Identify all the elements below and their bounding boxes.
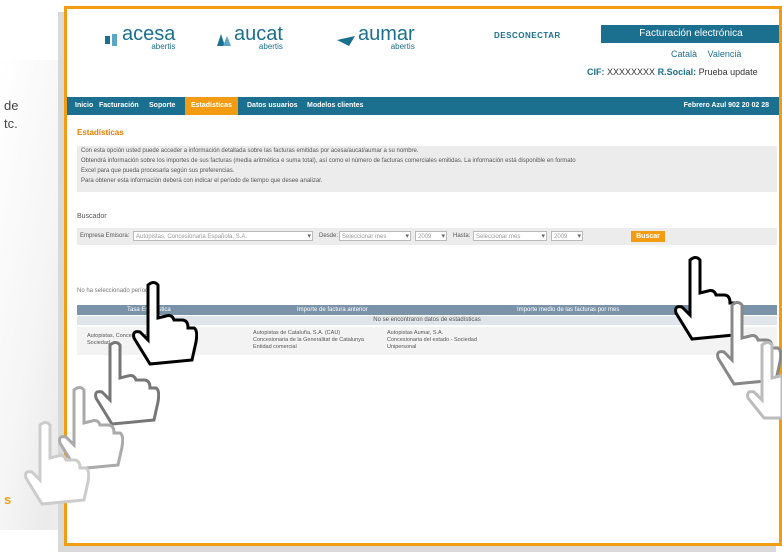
aumar-logo[interactable]: aumar abertis bbox=[337, 23, 415, 51]
cell-line: Entidad comercial bbox=[253, 344, 297, 350]
info-line: Excel para que pueda procesarla según su… bbox=[81, 168, 235, 174]
rsocial-label: R.Social: bbox=[657, 67, 697, 77]
nav-inicio[interactable]: Inicio bbox=[75, 97, 93, 115]
language-links: Català Valencià bbox=[663, 49, 741, 59]
cell-line: Autopistas Aumar, S.A. bbox=[387, 330, 444, 336]
nav-soporte[interactable]: Soporte bbox=[149, 97, 175, 115]
side-text-2: tc. bbox=[4, 116, 18, 131]
nav-estadisticas[interactable]: Estadísticas bbox=[185, 97, 238, 115]
account-info: CIF: XXXXXXXX R.Social: Prueba update bbox=[587, 67, 758, 77]
info-line: Con esta opción usted puede acceder a in… bbox=[81, 148, 419, 154]
hasta-month-select[interactable]: Seleccionar mes bbox=[473, 231, 547, 241]
info-line: Obtendrá información sobre los importes … bbox=[81, 158, 576, 164]
side-text-orange: s bbox=[4, 492, 12, 507]
cif-label: CIF: bbox=[587, 67, 605, 77]
info-line: Para obtener esta información deberá con… bbox=[81, 178, 323, 184]
lang-catala[interactable]: Català bbox=[671, 49, 697, 59]
section-title: Estadísticas bbox=[77, 128, 124, 137]
row-cell-3: Autopistas Aumar, S.A. Concesionaria del… bbox=[387, 330, 477, 351]
acesa-logo[interactable]: acesa abertis bbox=[105, 23, 175, 51]
empresa-select[interactable]: Autopistas, Concesionaria Española, S.A. bbox=[133, 231, 313, 241]
th-importe-anterior: Importe de factura anterior bbox=[297, 307, 368, 313]
rsocial-value: Prueba update bbox=[698, 67, 758, 77]
search-label: Buscador bbox=[77, 213, 107, 220]
nav-modelos-clientes[interactable]: Modelos clientes bbox=[307, 97, 363, 115]
cell-line: Concesionaria del estado - Sociedad bbox=[387, 337, 477, 343]
main-nav: Inicio Facturación Soporte Estadísticas … bbox=[67, 97, 779, 115]
desde-label: Desde: bbox=[319, 233, 339, 239]
hasta-label: Hasta: bbox=[453, 233, 471, 239]
search-button[interactable]: Buscar bbox=[631, 231, 665, 242]
desde-month-select[interactable]: Seleccionar mes bbox=[339, 231, 411, 241]
row-cell-2: Autopistas de Cataluña, S.A. (CAU) Conce… bbox=[253, 330, 364, 351]
aucat-logo-icon bbox=[217, 29, 231, 46]
empresa-label: Empresa Emisora: bbox=[80, 233, 130, 239]
cell-line: Autopistas de Cataluña, S.A. (CAU) bbox=[253, 330, 341, 336]
info-box: Con esta opción usted puede acceder a in… bbox=[77, 146, 777, 192]
electronic-billing-tab[interactable]: Facturación electrónica bbox=[601, 25, 779, 43]
th-importe-medio: Importe medio de las facturas por mes bbox=[517, 307, 620, 313]
hand-cursor-icon bbox=[24, 421, 90, 506]
aucat-logo[interactable]: aucat abertis bbox=[217, 23, 283, 51]
hand-cursor-icon bbox=[746, 341, 782, 420]
search-bar: Empresa Emisora: Autopistas, Concesionar… bbox=[77, 228, 777, 245]
nav-date: Febrero Azul 902 20 02 28 bbox=[683, 102, 769, 109]
lang-valencia[interactable]: Valencià bbox=[708, 49, 742, 59]
cell-line: Unipersonal bbox=[387, 344, 417, 350]
aumar-logo-icon bbox=[337, 29, 355, 46]
cell-line: Concesionaria de la Generalitat de Catal… bbox=[253, 337, 364, 343]
acesa-logo-icon bbox=[105, 29, 119, 46]
nav-facturacion[interactable]: Facturación bbox=[99, 97, 139, 115]
disconnect-link[interactable]: DESCONECTAR bbox=[494, 31, 561, 40]
nav-datos-usuarios[interactable]: Datos usuarios bbox=[247, 97, 298, 115]
desde-year-select[interactable]: 2009 bbox=[415, 231, 447, 241]
hasta-year-select[interactable]: 2009 bbox=[551, 231, 583, 241]
cif-value: XXXXXXXX bbox=[607, 67, 656, 77]
side-text-1: de bbox=[4, 98, 19, 113]
page-header: acesa abertis aucat abertis aumar aberti… bbox=[67, 9, 779, 97]
